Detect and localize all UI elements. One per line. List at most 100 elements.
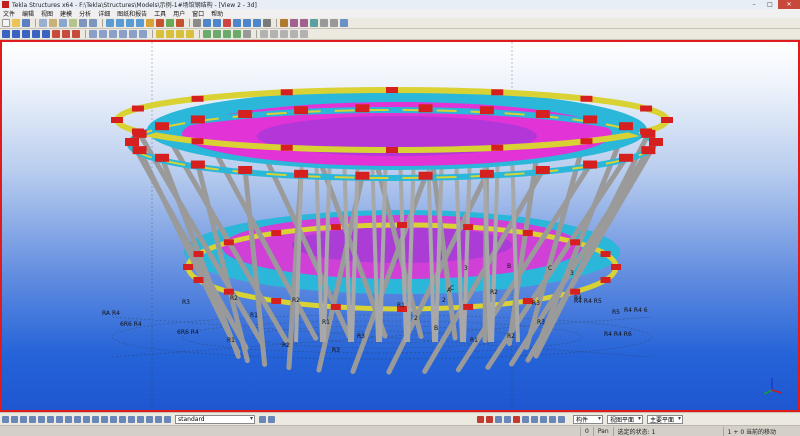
options-icon[interactable]	[330, 19, 338, 27]
drawing-list-icon[interactable]	[146, 19, 154, 27]
menu-analysis[interactable]: 分析	[79, 9, 91, 18]
menu-user[interactable]: 用户	[173, 9, 185, 18]
print-icon[interactable]	[39, 19, 47, 27]
snap-free-icon[interactable]	[531, 415, 538, 423]
snap-geometry-icon[interactable]	[522, 415, 529, 423]
clip-plane-icon[interactable]	[263, 19, 271, 27]
paste-icon[interactable]	[69, 19, 77, 27]
model-view-3d[interactable]: RA R4 6R6 R4 R3 R2 R1 6R6 R4 R1 R2 R3 R2…	[0, 40, 800, 412]
snap-any-icon[interactable]	[549, 415, 556, 423]
select-surface-icon[interactable]	[20, 415, 27, 423]
polybeam-icon[interactable]	[22, 30, 30, 38]
settings-icon[interactable]	[320, 19, 328, 27]
filter-edit-icon[interactable]	[268, 415, 275, 423]
select-loads-icon[interactable]	[155, 415, 162, 423]
cut-icon[interactable]	[49, 19, 57, 27]
weld-icon[interactable]	[72, 30, 80, 38]
snap-nearest-icon[interactable]	[300, 30, 308, 38]
copy-icon[interactable]	[59, 19, 67, 27]
measure-icon[interactable]	[280, 19, 288, 27]
fly-icon[interactable]	[253, 19, 261, 27]
select-icon[interactable]	[193, 19, 201, 27]
assembly-icon[interactable]	[213, 30, 221, 38]
redo-icon[interactable]	[89, 19, 97, 27]
menu-tools[interactable]: 工具	[154, 9, 166, 18]
report-icon[interactable]	[156, 19, 164, 27]
cut-line-icon[interactable]	[89, 30, 97, 38]
select-components-icon[interactable]	[74, 415, 81, 423]
select-cuts-icon[interactable]	[65, 415, 72, 423]
select-planes-icon[interactable]	[92, 415, 99, 423]
menu-drawings-reports[interactable]: 图纸和报告	[117, 9, 147, 18]
twin-profile-icon[interactable]	[42, 30, 50, 38]
select-object-icon[interactable]	[137, 415, 144, 423]
plate-icon[interactable]	[52, 30, 60, 38]
undo-icon[interactable]	[79, 19, 87, 27]
main-plane-select[interactable]: 主要平面	[647, 414, 683, 424]
snap-settings-icon[interactable]	[243, 30, 251, 38]
snap-toggle-icon[interactable]	[477, 415, 484, 423]
select-all-icon[interactable]	[2, 415, 9, 423]
organizer-icon[interactable]	[340, 19, 348, 27]
select-points-icon[interactable]	[29, 415, 36, 423]
point-icon[interactable]	[166, 30, 174, 38]
view-3d-icon[interactable]	[126, 19, 134, 27]
cast-unit-icon[interactable]	[223, 30, 231, 38]
menu-file[interactable]: 文件	[3, 9, 15, 18]
select-nested-icon[interactable]	[146, 415, 153, 423]
open-model-icon[interactable]	[12, 19, 20, 27]
menu-detailing[interactable]: 详细	[98, 9, 110, 18]
view-plane-select[interactable]: 视图平面	[607, 414, 643, 424]
inquire-icon[interactable]	[290, 19, 298, 27]
select-assembly-icon[interactable]	[128, 415, 135, 423]
construction-line-icon[interactable]	[176, 30, 184, 38]
snap-line-icon[interactable]	[495, 415, 502, 423]
catalog-icon[interactable]	[166, 19, 174, 27]
snap-mid-icon[interactable]	[270, 30, 278, 38]
clash-check-icon[interactable]	[300, 19, 308, 27]
sub-assembly-icon[interactable]	[233, 30, 241, 38]
menu-edit[interactable]: 编辑	[22, 9, 34, 18]
split-icon[interactable]	[129, 30, 137, 38]
combine-icon[interactable]	[139, 30, 147, 38]
select-reference-icon[interactable]	[119, 415, 126, 423]
phase-icon[interactable]	[310, 19, 318, 27]
close-button[interactable]: ✕	[778, 0, 800, 9]
snap-point-icon[interactable]	[486, 415, 493, 423]
column-icon[interactable]	[2, 30, 10, 38]
curved-beam-icon[interactable]	[32, 30, 40, 38]
select-welds-icon[interactable]	[47, 415, 54, 423]
zoom-icon[interactable]	[203, 19, 211, 27]
snap-grid-icon[interactable]	[540, 415, 547, 423]
minimize-button[interactable]: –	[746, 0, 762, 9]
select-analysis-icon[interactable]	[164, 415, 171, 423]
menu-modeling[interactable]: 建模	[60, 9, 72, 18]
pan-icon[interactable]	[243, 19, 251, 27]
select-views-icon[interactable]	[83, 415, 90, 423]
maximize-button[interactable]: □	[762, 0, 778, 9]
select-grids-icon[interactable]	[38, 415, 45, 423]
construction-circle-icon[interactable]	[186, 30, 194, 38]
snap-part-select[interactable]: 构件	[573, 414, 603, 424]
select-bolts-icon[interactable]	[56, 415, 63, 423]
menu-view[interactable]: 视图	[41, 9, 53, 18]
beam-icon[interactable]	[12, 30, 20, 38]
snap-center-icon[interactable]	[504, 415, 511, 423]
grid-icon[interactable]	[156, 30, 164, 38]
menu-window[interactable]: 窗口	[192, 9, 204, 18]
new-model-icon[interactable]	[2, 19, 10, 27]
selection-filter-select[interactable]: standard	[175, 414, 255, 424]
stop-icon[interactable]	[223, 19, 231, 27]
snap-perpendicular-icon[interactable]	[290, 30, 298, 38]
snap-plane-icon[interactable]	[558, 415, 565, 423]
snap-ref-icon[interactable]	[513, 415, 520, 423]
fit-icon[interactable]	[109, 30, 117, 38]
component-catalog-icon[interactable]	[203, 30, 211, 38]
model-canvas[interactable]: RA R4 6R6 R4 R3 R2 R1 6R6 R4 R1 R2 R3 R2…	[2, 42, 798, 410]
menu-help[interactable]: 帮助	[211, 9, 223, 18]
chamfer-icon[interactable]	[119, 30, 127, 38]
zoom-out-icon[interactable]	[213, 19, 221, 27]
select-reinforcement-icon[interactable]	[101, 415, 108, 423]
view-plane-icon[interactable]	[136, 19, 144, 27]
snap-end-icon[interactable]	[260, 30, 268, 38]
